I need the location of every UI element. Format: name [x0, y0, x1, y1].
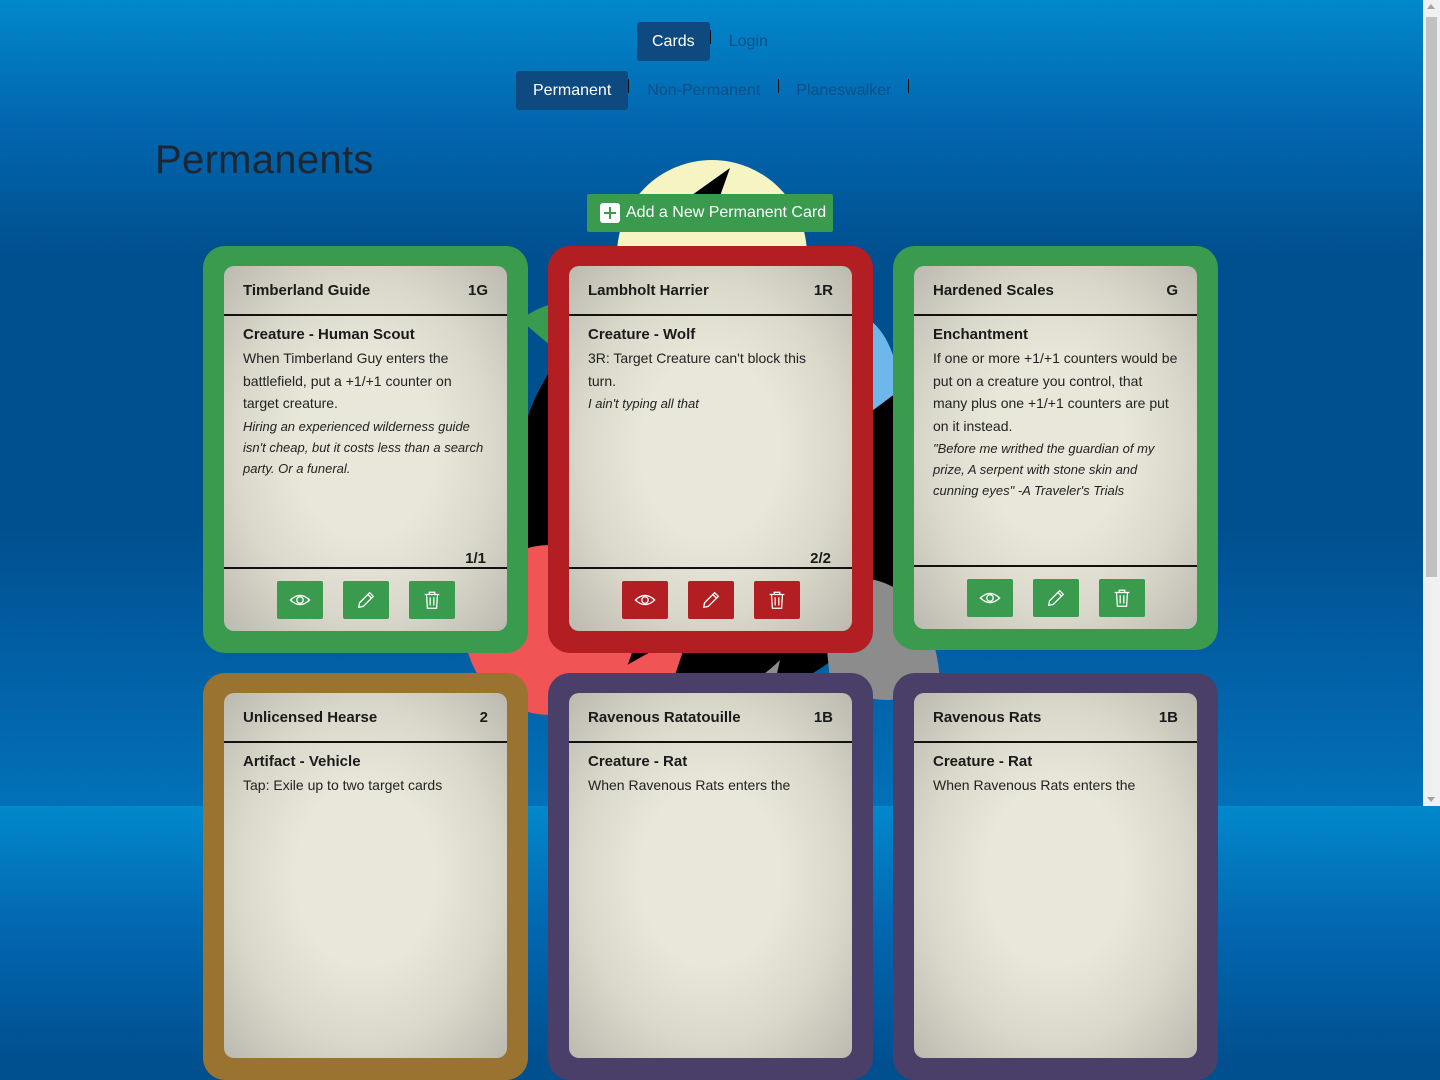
card-cost: 1B: [1158, 708, 1178, 726]
card-name: Hardened Scales: [933, 281, 1054, 299]
card-flavor: "Before me writhed the guardian of my pr…: [933, 441, 1155, 498]
card-actions: [569, 567, 852, 631]
card-name: Unlicensed Hearse: [243, 708, 378, 726]
card-flavor: Hiring an experienced wilderness guide i…: [243, 418, 484, 476]
card-frame: Timberland Guide 1G Creature - Human Sco…: [203, 246, 528, 653]
pencil-icon: [702, 591, 719, 609]
card-type: Creature - Wolf: [588, 326, 696, 343]
eye-icon: [288, 594, 311, 606]
card: Ravenous Ratatouille 1B Creature - Rat W…: [569, 693, 852, 1058]
card-header: Ravenous Rats 1B: [914, 693, 1197, 743]
nav-cards[interactable]: Cards: [637, 22, 710, 61]
add-button-label: Add a New Permanent Card: [626, 204, 827, 221]
card-type: Creature - Human Scout: [243, 326, 415, 343]
edit-button[interactable]: [342, 581, 389, 619]
card-type: Enchantment: [933, 326, 1029, 343]
view-button[interactable]: [276, 581, 323, 619]
scrollbar-thumb[interactable]: [1426, 17, 1437, 577]
nav-login[interactable]: Login: [711, 22, 783, 61]
card-frame: Ravenous Rats 1B Creature - Rat When Rav…: [893, 673, 1218, 1080]
main-nav: Cards Login: [637, 22, 783, 61]
card-text: Tap: Exile up to two target cards: [243, 777, 443, 793]
card-cost: G: [1166, 281, 1178, 299]
card-name: Timberland Guide: [243, 281, 371, 299]
card-flavor: I ain't typing all that: [588, 396, 699, 411]
card-power-toughness: 2/2: [810, 550, 831, 567]
card: Hardened Scales G Enchantment If one or …: [914, 266, 1197, 629]
pencil-icon: [1047, 589, 1064, 607]
card-header: Timberland Guide 1G: [224, 266, 507, 316]
sub-nav: Permanent Non-Permanent Planeswalker: [516, 71, 910, 110]
eye-icon: [633, 594, 656, 606]
add-permanent-card-button[interactable]: Add a New Permanent Card: [587, 194, 833, 232]
card: Ravenous Rats 1B Creature - Rat When Rav…: [914, 693, 1197, 1058]
card-type: Creature - Rat: [933, 753, 1033, 770]
tab-non-permanent[interactable]: Non-Permanent: [629, 71, 778, 110]
trash-icon: [1114, 589, 1129, 607]
card: Timberland Guide 1G Creature - Human Sco…: [224, 266, 507, 631]
card-name: Ravenous Ratatouille: [588, 708, 741, 726]
card-type: Artifact - Vehicle: [243, 753, 361, 770]
delete-button[interactable]: [408, 581, 455, 619]
card-name: Ravenous Rats: [933, 708, 1042, 726]
scroll-down-arrow-icon[interactable]: [1427, 797, 1435, 802]
card-header: Lambholt Harrier 1R: [569, 266, 852, 316]
card-cost: 2: [479, 708, 488, 726]
card-name: Lambholt Harrier: [588, 281, 709, 299]
tab-permanent[interactable]: Permanent: [516, 71, 629, 110]
delete-button[interactable]: [753, 581, 800, 619]
card-header: Hardened Scales G: [914, 266, 1197, 316]
card: Lambholt Harrier 1R Creature - Wolf 3R: …: [569, 266, 852, 631]
card-cost: 1R: [813, 281, 833, 299]
edit-button[interactable]: [1032, 579, 1079, 617]
card-header: Ravenous Ratatouille 1B: [569, 693, 852, 743]
card-frame: Lambholt Harrier 1R Creature - Wolf 3R: …: [548, 246, 873, 653]
card-header: Unlicensed Hearse 2: [224, 693, 507, 743]
pencil-icon: [357, 591, 374, 609]
card-text: When Ravenous Rats enters the: [588, 777, 791, 793]
card-frame: Unlicensed Hearse 2 Artifact - Vehicle T…: [203, 673, 528, 1080]
card: Unlicensed Hearse 2 Artifact - Vehicle T…: [224, 693, 507, 1058]
card-actions: [914, 565, 1197, 629]
eye-icon: [978, 592, 1001, 604]
tab-planeswalker[interactable]: Planeswalker: [779, 71, 908, 110]
trash-icon: [424, 591, 439, 609]
card-text: 3R: Target Creature can't block this tur…: [588, 350, 806, 389]
nav-separator: [908, 79, 910, 93]
card-frame: Hardened Scales G Enchantment If one or …: [893, 246, 1218, 650]
view-button[interactable]: [621, 581, 668, 619]
plus-square-icon: [600, 203, 620, 223]
card-text: When Timberland Guy enters the battlefie…: [243, 350, 452, 411]
card-actions: [224, 567, 507, 631]
card-frame: Ravenous Ratatouille 1B Creature - Rat W…: [548, 673, 873, 1080]
view-button[interactable]: [966, 579, 1013, 617]
card-text: If one or more +1/+1 counters would be p…: [933, 350, 1178, 434]
card-cost: 1G: [467, 281, 488, 299]
vertical-scrollbar[interactable]: [1423, 0, 1440, 806]
card-type: Creature - Rat: [588, 753, 688, 770]
page-title: Permanents: [155, 138, 374, 182]
delete-button[interactable]: [1098, 579, 1145, 617]
edit-button[interactable]: [687, 581, 734, 619]
card-cost: 1B: [813, 708, 833, 726]
card-power-toughness: 1/1: [465, 550, 486, 567]
card-text: When Ravenous Rats enters the: [933, 777, 1136, 793]
scroll-up-arrow-icon[interactable]: [1427, 4, 1435, 9]
trash-icon: [769, 591, 784, 609]
